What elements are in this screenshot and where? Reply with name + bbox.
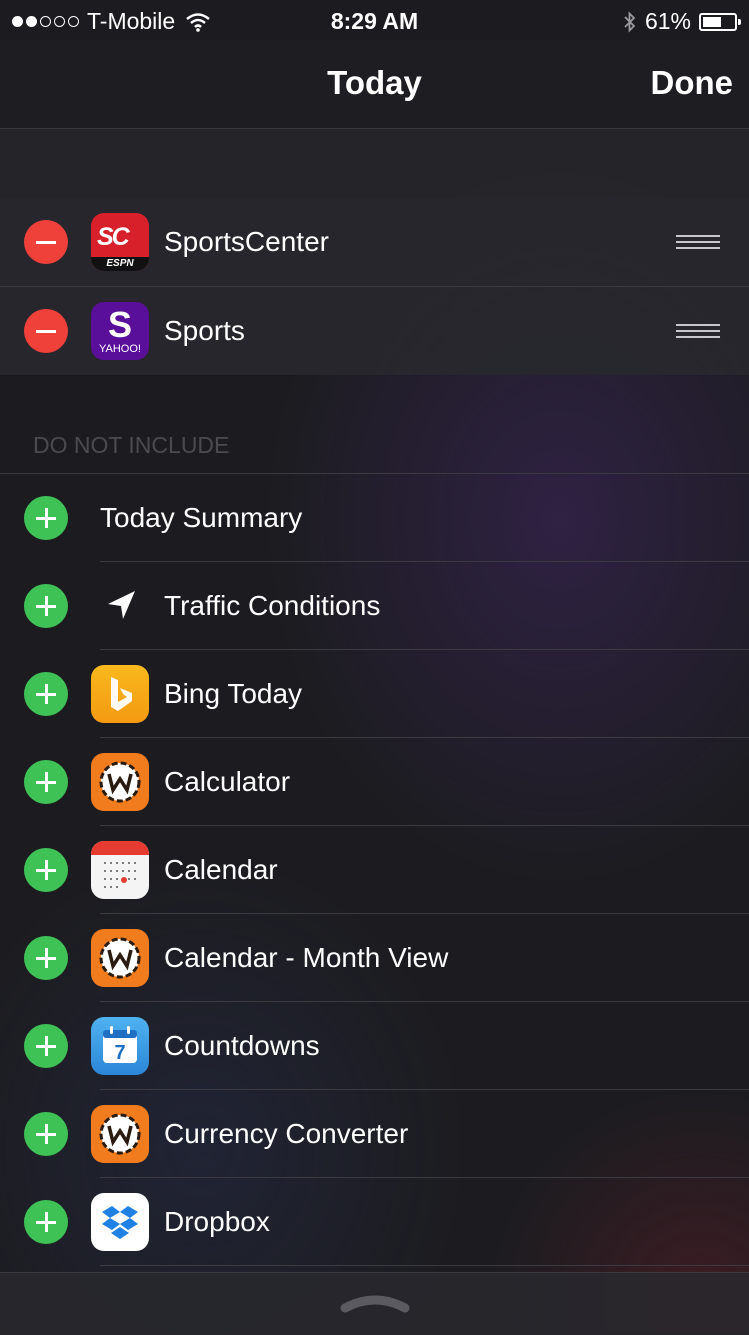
add-button[interactable] <box>24 672 68 716</box>
add-button[interactable] <box>24 848 68 892</box>
excluded-row: Traffic Conditions <box>0 562 749 650</box>
excluded-row: Calendar - Month View <box>0 914 749 1002</box>
wunderground-gear-icon <box>91 929 149 987</box>
widget-label: Today Summary <box>100 502 303 533</box>
add-button[interactable] <box>24 1112 68 1156</box>
remove-button[interactable] <box>24 309 68 353</box>
widget-label: SportsCenter <box>164 226 329 257</box>
included-row-sportscenter: SC ESPN SportsCenter <box>0 198 749 286</box>
bottom-handle-bar[interactable] <box>0 1272 749 1335</box>
widget-label: Traffic Conditions <box>164 590 381 621</box>
add-button[interactable] <box>24 760 68 804</box>
page-title: Today <box>327 64 422 101</box>
excluded-row: Dropbox <box>0 1178 749 1266</box>
add-button[interactable] <box>24 1200 68 1244</box>
widget-label: Dropbox <box>164 1206 270 1237</box>
excluded-row: Calculator <box>0 738 749 826</box>
excluded-widgets-list: Today Summary Traffic Conditions Bing To… <box>0 473 749 1266</box>
widget-label: Calculator <box>164 766 291 797</box>
yahoo-sports-app-icon: S YAHOO! <box>91 302 149 360</box>
add-button[interactable] <box>24 584 68 628</box>
calendar-app-icon <box>91 841 149 899</box>
section-header: DO NOT INCLUDE <box>33 432 230 458</box>
grabber-chevron-icon[interactable] <box>337 1290 413 1314</box>
excluded-row: Bing Today <box>0 650 749 738</box>
included-row-sports: S YAHOO! Sports <box>0 286 749 375</box>
battery-percent: 61% <box>644 8 691 34</box>
widget-label: Calendar <box>164 854 278 885</box>
wunderground-gear-icon <box>91 753 149 811</box>
add-button[interactable] <box>24 496 68 540</box>
widget-label: Sports <box>164 315 245 346</box>
location-arrow-icon <box>108 591 135 619</box>
done-button[interactable]: Done <box>651 64 734 102</box>
status-right: 61% <box>623 8 741 35</box>
excluded-row: Today Summary <box>0 474 749 562</box>
included-widgets-list: SC ESPN SportsCenter S YAHOO! Sports <box>0 198 749 375</box>
bing-app-icon <box>91 665 149 723</box>
excluded-row: 7 Countdowns <box>0 1002 749 1090</box>
spacer-band <box>0 129 749 198</box>
reorder-handle-icon[interactable] <box>676 235 720 249</box>
widget-label: Countdowns <box>164 1030 320 1061</box>
countdowns-app-icon: 7 <box>91 1017 149 1075</box>
navigation-bar: Today Done <box>0 40 749 129</box>
bluetooth-icon <box>624 10 636 33</box>
wunderground-gear-icon <box>91 1105 149 1163</box>
remove-button[interactable] <box>24 220 68 264</box>
battery-icon <box>699 12 741 31</box>
reorder-handle-icon[interactable] <box>676 324 720 338</box>
status-bar: T-Mobile 8:29 AM 61% <box>0 0 749 40</box>
widget-label: Bing Today <box>164 678 303 709</box>
dropbox-app-icon <box>91 1193 149 1251</box>
excluded-row: Calendar <box>0 826 749 914</box>
add-button[interactable] <box>24 1024 68 1068</box>
svg-text:7: 7 <box>114 1042 125 1064</box>
excluded-row: Currency Converter <box>0 1090 749 1178</box>
add-button[interactable] <box>24 936 68 980</box>
widget-label: Currency Converter <box>164 1118 409 1149</box>
widget-label: Calendar - Month View <box>164 942 449 973</box>
sportscenter-app-icon: SC ESPN <box>91 213 149 271</box>
